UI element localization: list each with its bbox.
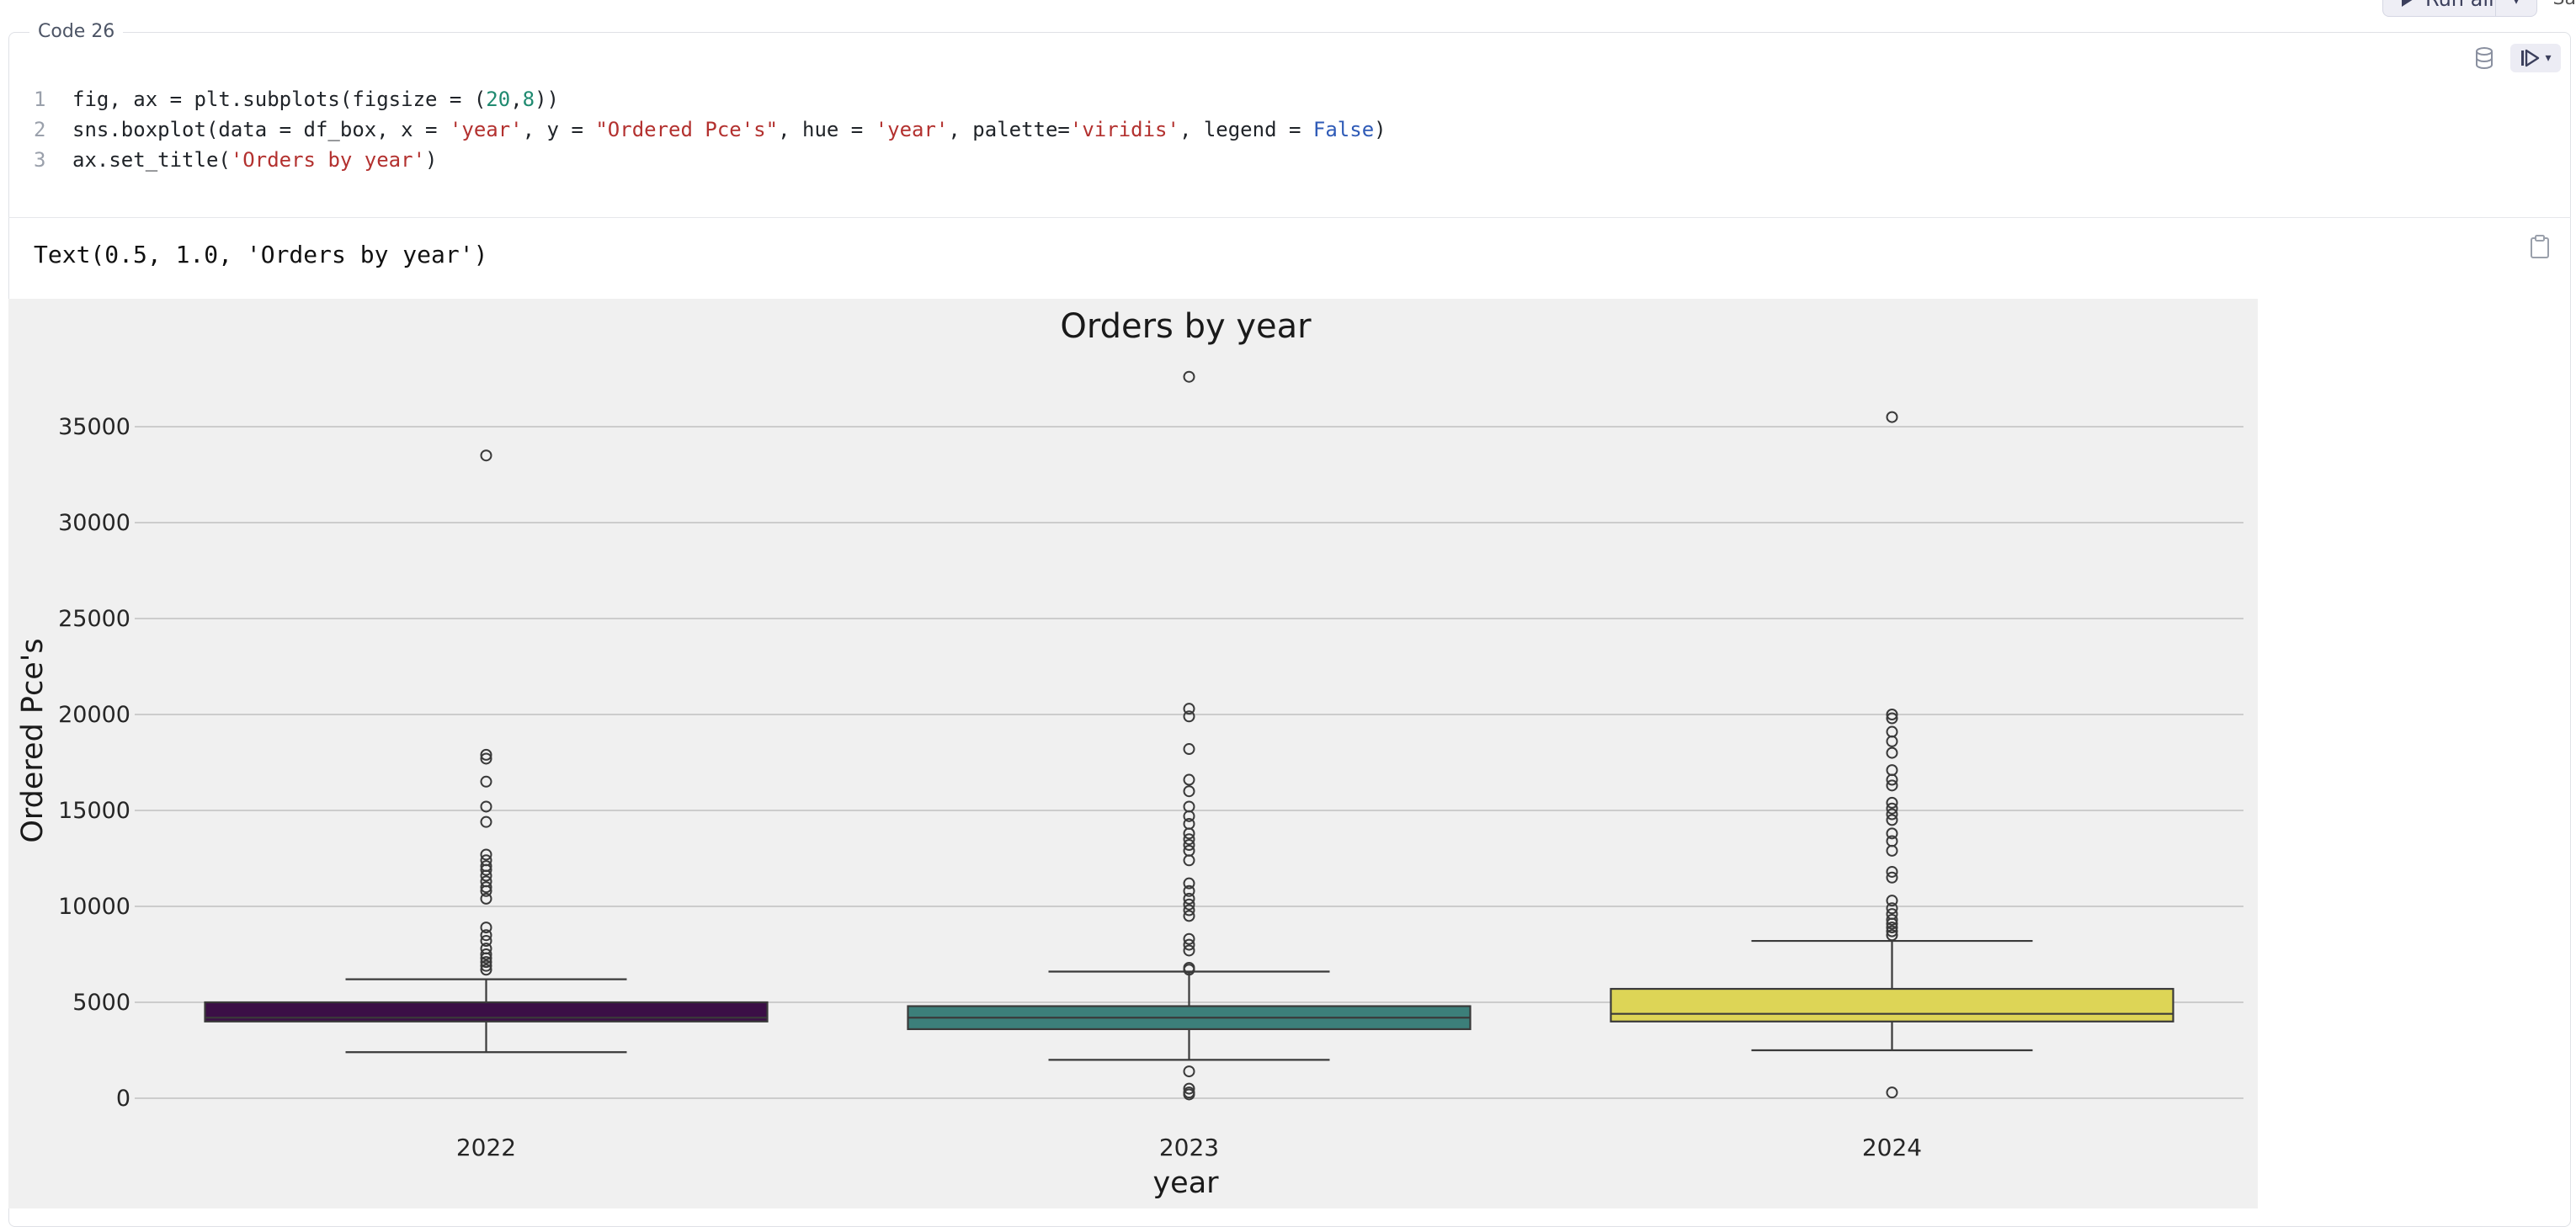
run-cell-icon bbox=[2521, 49, 2540, 67]
code-token: 'Orders by year' bbox=[230, 148, 426, 172]
outlier-point bbox=[480, 892, 492, 905]
code-token: 'year' bbox=[449, 118, 523, 141]
code-token: ax.set_title( bbox=[72, 148, 231, 172]
code-token: 8 bbox=[522, 88, 535, 111]
x-axis-label: year bbox=[1152, 1166, 1219, 1200]
outlier-point bbox=[1886, 844, 1898, 857]
x-tick-label: 2024 bbox=[1862, 1134, 1922, 1161]
run-cell-button[interactable]: ▾ bbox=[2510, 44, 2561, 72]
code-token: ) bbox=[425, 148, 438, 172]
code-token: , y = bbox=[522, 118, 596, 141]
y-tick-label: 35000 bbox=[58, 414, 130, 440]
code-token: 'viridis' bbox=[1069, 118, 1179, 141]
outlier-point bbox=[1183, 370, 1195, 383]
y-tick-label: 15000 bbox=[58, 798, 130, 824]
play-icon bbox=[2402, 0, 2414, 7]
save-label[interactable]: Sa bbox=[2553, 0, 2576, 9]
code-token: 'year' bbox=[875, 118, 949, 141]
outlier-point bbox=[1886, 725, 1898, 738]
run-all-button[interactable]: Run all ▾ bbox=[2382, 0, 2537, 17]
outlier-point bbox=[480, 815, 492, 828]
outlier-point bbox=[1183, 817, 1195, 830]
outlier-point bbox=[1183, 785, 1195, 798]
outlier-point bbox=[480, 449, 492, 462]
code-token: , legend = bbox=[1179, 118, 1313, 141]
code-token: 20 bbox=[486, 88, 511, 111]
outlier-point bbox=[1886, 764, 1898, 777]
outlier-point bbox=[480, 775, 492, 788]
code-token: , bbox=[510, 88, 523, 111]
database-icon[interactable] bbox=[2470, 44, 2499, 72]
line-number: 1 bbox=[34, 88, 46, 111]
y-tick-label: 20000 bbox=[58, 702, 130, 728]
y-tick-label: 0 bbox=[116, 1086, 130, 1112]
outlier-point bbox=[1183, 854, 1195, 867]
y-tick-label: 30000 bbox=[58, 510, 130, 536]
y-axis-label: Ordered Pce's bbox=[16, 638, 50, 842]
chevron-down-icon[interactable]: ▾ bbox=[2496, 0, 2536, 8]
code-line[interactable]: 3 ax.set_title('Orders by year') bbox=[8, 145, 1386, 175]
outlier-point bbox=[1886, 411, 1898, 423]
outlier-point bbox=[1183, 1065, 1195, 1078]
code-token: False bbox=[1312, 118, 1375, 141]
outlier-point bbox=[1886, 735, 1898, 747]
clipboard-icon[interactable] bbox=[2529, 234, 2551, 263]
code-token: ) bbox=[1374, 118, 1386, 141]
code-line[interactable]: 1 fig, ax = plt.subplots(figsize = (20, 8)… bbox=[8, 84, 1386, 114]
chevron-down-icon: ▾ bbox=[2545, 51, 2552, 65]
cell-output-text: Text(0.5, 1.0, 'Orders by year') bbox=[34, 241, 488, 268]
chart-title: Orders by year bbox=[1060, 307, 1312, 346]
cell-label: Code 26 bbox=[29, 21, 124, 42]
code-token: )) bbox=[535, 88, 559, 111]
outlier-point bbox=[1886, 835, 1898, 847]
y-tick-label: 10000 bbox=[58, 894, 130, 920]
outlier-point bbox=[1183, 710, 1195, 723]
run-all-label: Run all bbox=[2425, 0, 2495, 11]
y-tick-label: 5000 bbox=[72, 990, 130, 1016]
box-2024 bbox=[1610, 987, 2174, 1022]
code-token: , palette= bbox=[948, 118, 1070, 141]
outlier-point bbox=[1886, 746, 1898, 759]
code-token: sns.boxplot(data = df_box, x = bbox=[72, 118, 450, 141]
box-2022 bbox=[204, 1001, 769, 1022]
code-token: , hue = bbox=[778, 118, 876, 141]
line-number: 3 bbox=[34, 148, 46, 172]
code-token: "Ordered Pce's" bbox=[595, 118, 779, 141]
outlier-point bbox=[1183, 743, 1195, 756]
y-tick-label: 25000 bbox=[58, 606, 130, 632]
code-line[interactable]: 2 sns.boxplot(data = df_box, x = 'year', … bbox=[8, 114, 1386, 145]
x-tick-label: 2022 bbox=[456, 1134, 516, 1161]
code-editor[interactable]: 1 fig, ax = plt.subplots(figsize = (20, 8)… bbox=[8, 84, 1386, 175]
boxplot-chart: 0 5000 10000 15000 20000 25000 30000 35000 2022 2… bbox=[16, 307, 2243, 1200]
outlier-point bbox=[1183, 773, 1195, 786]
cell-toolbar: ▾ bbox=[2470, 44, 2561, 72]
outlier-point bbox=[1886, 1086, 1898, 1099]
line-number: 2 bbox=[34, 118, 46, 141]
chart-image: 0 5000 10000 15000 20000 25000 30000 35000 2022 2… bbox=[8, 299, 2258, 1208]
x-tick-label: 2023 bbox=[1159, 1134, 1219, 1161]
code-token: fig, ax = plt.subplots(figsize = ( bbox=[72, 88, 487, 111]
